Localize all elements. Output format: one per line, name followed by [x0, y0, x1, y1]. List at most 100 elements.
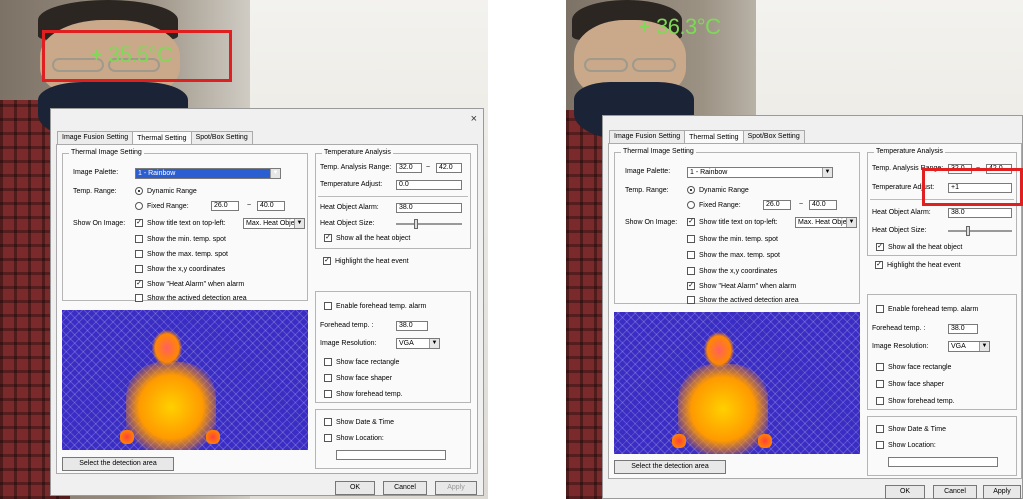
thermal-hand-left — [672, 434, 686, 448]
analysis-min-input[interactable]: 32.0 — [396, 163, 422, 173]
show-date-time-checkbox[interactable]: Show Date & Time — [876, 425, 946, 433]
temp-range-label: Temp. Range: — [625, 187, 669, 194]
show-detection-area-checkbox[interactable]: Show the actived detection area — [687, 296, 799, 304]
dynamic-range-radio[interactable]: Dynamic Range — [687, 186, 749, 194]
show-detection-area-checkbox[interactable]: Show the actived detection area — [135, 294, 247, 302]
tab-bar: Image Fusion Setting Thermal Setting Spo… — [57, 131, 253, 144]
show-forehead-temp-checkbox[interactable]: Show forehead temp. — [876, 397, 955, 405]
highlight-heat-checkbox[interactable]: ✓ Highlight the heat event — [875, 261, 961, 269]
analysis-max-input[interactable]: 42.0 — [436, 163, 462, 173]
show-all-heat-checkbox[interactable]: ✓ Show all the heat object — [324, 234, 410, 242]
tab-image-fusion[interactable]: Image Fusion Setting — [609, 130, 686, 143]
tab-image-fusion[interactable]: Image Fusion Setting — [57, 131, 134, 144]
location-input[interactable] — [888, 457, 998, 467]
show-face-shaper-checkbox[interactable]: Show face shaper — [324, 374, 392, 382]
heat-size-label: Heat Object Size: — [872, 227, 927, 234]
ok-button[interactable]: OK — [885, 485, 925, 499]
show-face-rect-checkbox[interactable]: Show face rectangle — [324, 358, 399, 366]
heat-size-slider[interactable] — [396, 219, 462, 229]
forehead-temp-input[interactable]: 38.0 — [948, 324, 978, 334]
enable-forehead-alarm-checkbox[interactable]: Enable forehead temp. alarm — [324, 302, 426, 310]
temp-adjust-highlight-box — [922, 168, 1023, 206]
slider-thumb[interactable] — [966, 226, 970, 236]
tab-content: Thermal Image Setting Image Palette: 1 -… — [56, 144, 478, 474]
heat-alarm-input[interactable]: 38.0 — [396, 203, 462, 213]
image-palette-label: Image Palette: — [73, 169, 119, 176]
show-max-spot-checkbox[interactable]: Show the max. temp. spot — [687, 251, 780, 259]
cancel-button[interactable]: Cancel — [933, 485, 977, 499]
show-xy-checkbox[interactable]: Show the x,y coordinates — [687, 267, 777, 275]
fixed-range-radio[interactable]: Fixed Range: — [687, 201, 741, 209]
tab-thermal[interactable]: Thermal Setting — [132, 131, 192, 144]
tab-spot-box[interactable]: Spot/Box Setting — [190, 131, 253, 144]
title-object-select[interactable]: Max. Heat Object ▼ — [795, 217, 857, 228]
heat-size-slider[interactable] — [948, 226, 1012, 236]
show-heat-alarm-checkbox[interactable]: ✓ Show "Heat Alarm" when alarm — [687, 282, 796, 290]
fixed-max-input[interactable]: 40.0 — [809, 200, 837, 210]
show-face-shaper-checkbox[interactable]: Show face shaper — [876, 380, 944, 388]
fixed-min-input[interactable]: 26.0 — [763, 200, 791, 210]
resolution-select[interactable]: VGA ▼ — [948, 341, 990, 352]
slider-thumb[interactable] — [414, 219, 418, 229]
show-location-checkbox[interactable]: Show Location: — [324, 434, 384, 442]
heat-size-label: Heat Object Size: — [320, 220, 375, 227]
date-location-group: Show Date & Time Show Location: — [867, 416, 1017, 476]
checkmark-icon: ✓ — [324, 234, 332, 242]
thermal-torso — [678, 364, 768, 454]
forehead-temp-label: Forehead temp. : — [320, 322, 374, 329]
temp-adjust-input[interactable]: 0.0 — [396, 180, 462, 190]
ok-button[interactable]: OK — [335, 481, 375, 495]
show-face-rect-checkbox[interactable]: Show face rectangle — [876, 363, 951, 371]
image-palette-select[interactable]: 1 - Rainbow ▼ — [135, 168, 281, 179]
show-title-checkbox[interactable]: ✓ Show title text on top-left: — [135, 219, 226, 227]
thermal-image-setting-group: Thermal Image Setting Image Palette: 1 -… — [614, 148, 860, 304]
temperature-overlay: + 35.5°C — [90, 42, 173, 67]
glasses-right-lens — [632, 58, 676, 72]
heat-alarm-input[interactable]: 38.0 — [948, 208, 1012, 218]
tab-spot-box[interactable]: Spot/Box Setting — [742, 130, 805, 143]
group-title: Thermal Image Setting — [69, 149, 144, 156]
show-date-time-checkbox[interactable]: Show Date & Time — [324, 418, 394, 426]
show-max-spot-checkbox[interactable]: Show the max. temp. spot — [135, 250, 228, 258]
range-separator: ~ — [799, 201, 804, 208]
show-xy-checkbox[interactable]: Show the x,y coordinates — [135, 265, 225, 273]
checkmark-icon: ✓ — [687, 218, 695, 226]
show-min-spot-checkbox[interactable]: Show the min. temp. spot — [135, 235, 226, 243]
temp-range-label: Temp. Range: — [73, 188, 117, 195]
show-forehead-temp-checkbox[interactable]: Show forehead temp. — [324, 390, 403, 398]
highlight-heat-checkbox[interactable]: ✓ Highlight the heat event — [323, 257, 409, 265]
thermal-image-setting-group: Thermal Image Setting Image Palette: 1 -… — [62, 149, 308, 302]
close-icon[interactable]: × — [471, 113, 477, 125]
show-location-checkbox[interactable]: Show Location: — [876, 441, 936, 449]
thermal-head — [152, 330, 182, 366]
radio-icon — [687, 201, 695, 209]
dynamic-range-radio[interactable]: Dynamic Range — [135, 187, 197, 195]
fixed-min-input[interactable]: 26.0 — [211, 201, 239, 211]
fixed-max-input[interactable]: 40.0 — [257, 201, 285, 211]
tab-bar: Image Fusion Setting Thermal Setting Spo… — [609, 130, 805, 143]
thermal-preview-image — [62, 310, 308, 450]
show-all-heat-checkbox[interactable]: ✓ Show all the heat object — [876, 243, 962, 251]
cancel-button[interactable]: Cancel — [383, 481, 427, 495]
resolution-select[interactable]: VGA ▼ — [396, 338, 440, 349]
show-title-checkbox[interactable]: ✓ Show title text on top-left: — [687, 218, 778, 226]
image-palette-select[interactable]: 1 - Rainbow ▼ — [687, 167, 833, 178]
chevron-down-icon: ▼ — [822, 168, 832, 177]
fixed-range-radio[interactable]: Fixed Range: — [135, 202, 189, 210]
temp-adjust-label: Temperature Adjust: — [320, 181, 383, 188]
select-detection-area-button[interactable]: Select the detection area — [614, 460, 726, 474]
title-object-select[interactable]: Max. Heat Object ▼ — [243, 218, 305, 229]
tab-thermal[interactable]: Thermal Setting — [684, 130, 744, 143]
thermal-torso — [126, 362, 216, 450]
temperature-overlay: + 36.3°C — [638, 14, 721, 39]
location-input[interactable] — [336, 450, 446, 460]
chevron-down-icon: ▼ — [270, 169, 280, 178]
apply-button[interactable]: Apply — [435, 481, 477, 495]
apply-button[interactable]: Apply — [983, 485, 1021, 499]
show-min-spot-checkbox[interactable]: Show the min. temp. spot — [687, 235, 778, 243]
show-heat-alarm-checkbox[interactable]: ✓ Show "Heat Alarm" when alarm — [135, 280, 244, 288]
enable-forehead-alarm-checkbox[interactable]: Enable forehead temp. alarm — [876, 305, 978, 313]
forehead-temp-input[interactable]: 38.0 — [396, 321, 428, 331]
chevron-down-icon: ▼ — [429, 339, 439, 348]
select-detection-area-button[interactable]: Select the detection area — [62, 457, 174, 471]
